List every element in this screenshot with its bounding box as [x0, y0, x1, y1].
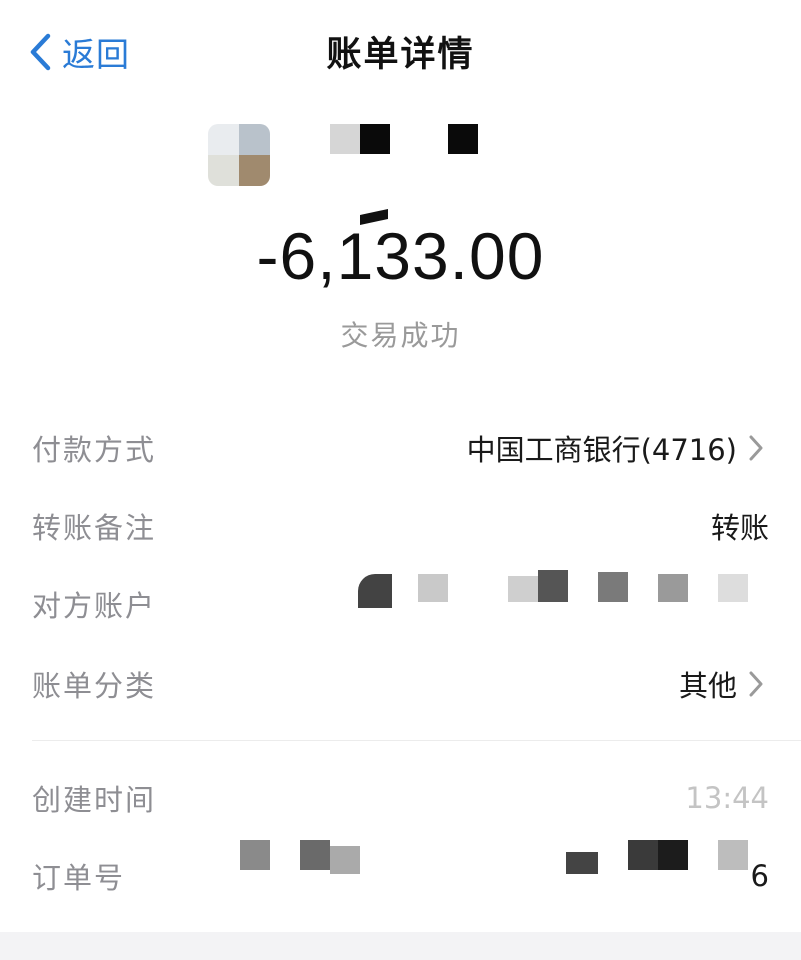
created-time-label: 创建时间: [32, 783, 157, 817]
bottom-bar: [0, 932, 801, 960]
navigation-bar: 返回 账单详情: [0, 0, 801, 104]
detail-row-transfer-note: 转账备注 转账: [32, 496, 769, 556]
created-time-value: 13:44: [685, 781, 769, 815]
avatar: [208, 124, 270, 186]
counterparty-account-label: 对方账户: [32, 589, 157, 623]
chevron-right-icon: [747, 669, 769, 699]
detail-row-bill-category[interactable]: 账单分类 其他: [32, 654, 769, 714]
detail-row-payment-method[interactable]: 付款方式 中国工商银行(4716): [32, 418, 769, 478]
payment-method-value: 中国工商银行(4716): [466, 433, 737, 467]
payment-method-label: 付款方式: [32, 433, 157, 467]
bill-category-value: 其他: [678, 669, 737, 703]
transfer-note-label: 转账备注: [32, 511, 157, 545]
chevron-right-icon: [747, 433, 769, 463]
transfer-note-value: 转账: [710, 511, 769, 545]
section-divider: [32, 740, 801, 741]
meta-row-created-time: 创建时间 13:44: [32, 768, 769, 828]
transaction-amount: -6,133.00: [256, 219, 545, 293]
order-number-label: 订单号: [32, 861, 126, 895]
transaction-status: 交易成功: [340, 319, 461, 352]
order-number-value: 6: [750, 859, 769, 893]
bill-category-label: 账单分类: [32, 669, 157, 703]
page-title: 账单详情: [326, 35, 475, 75]
